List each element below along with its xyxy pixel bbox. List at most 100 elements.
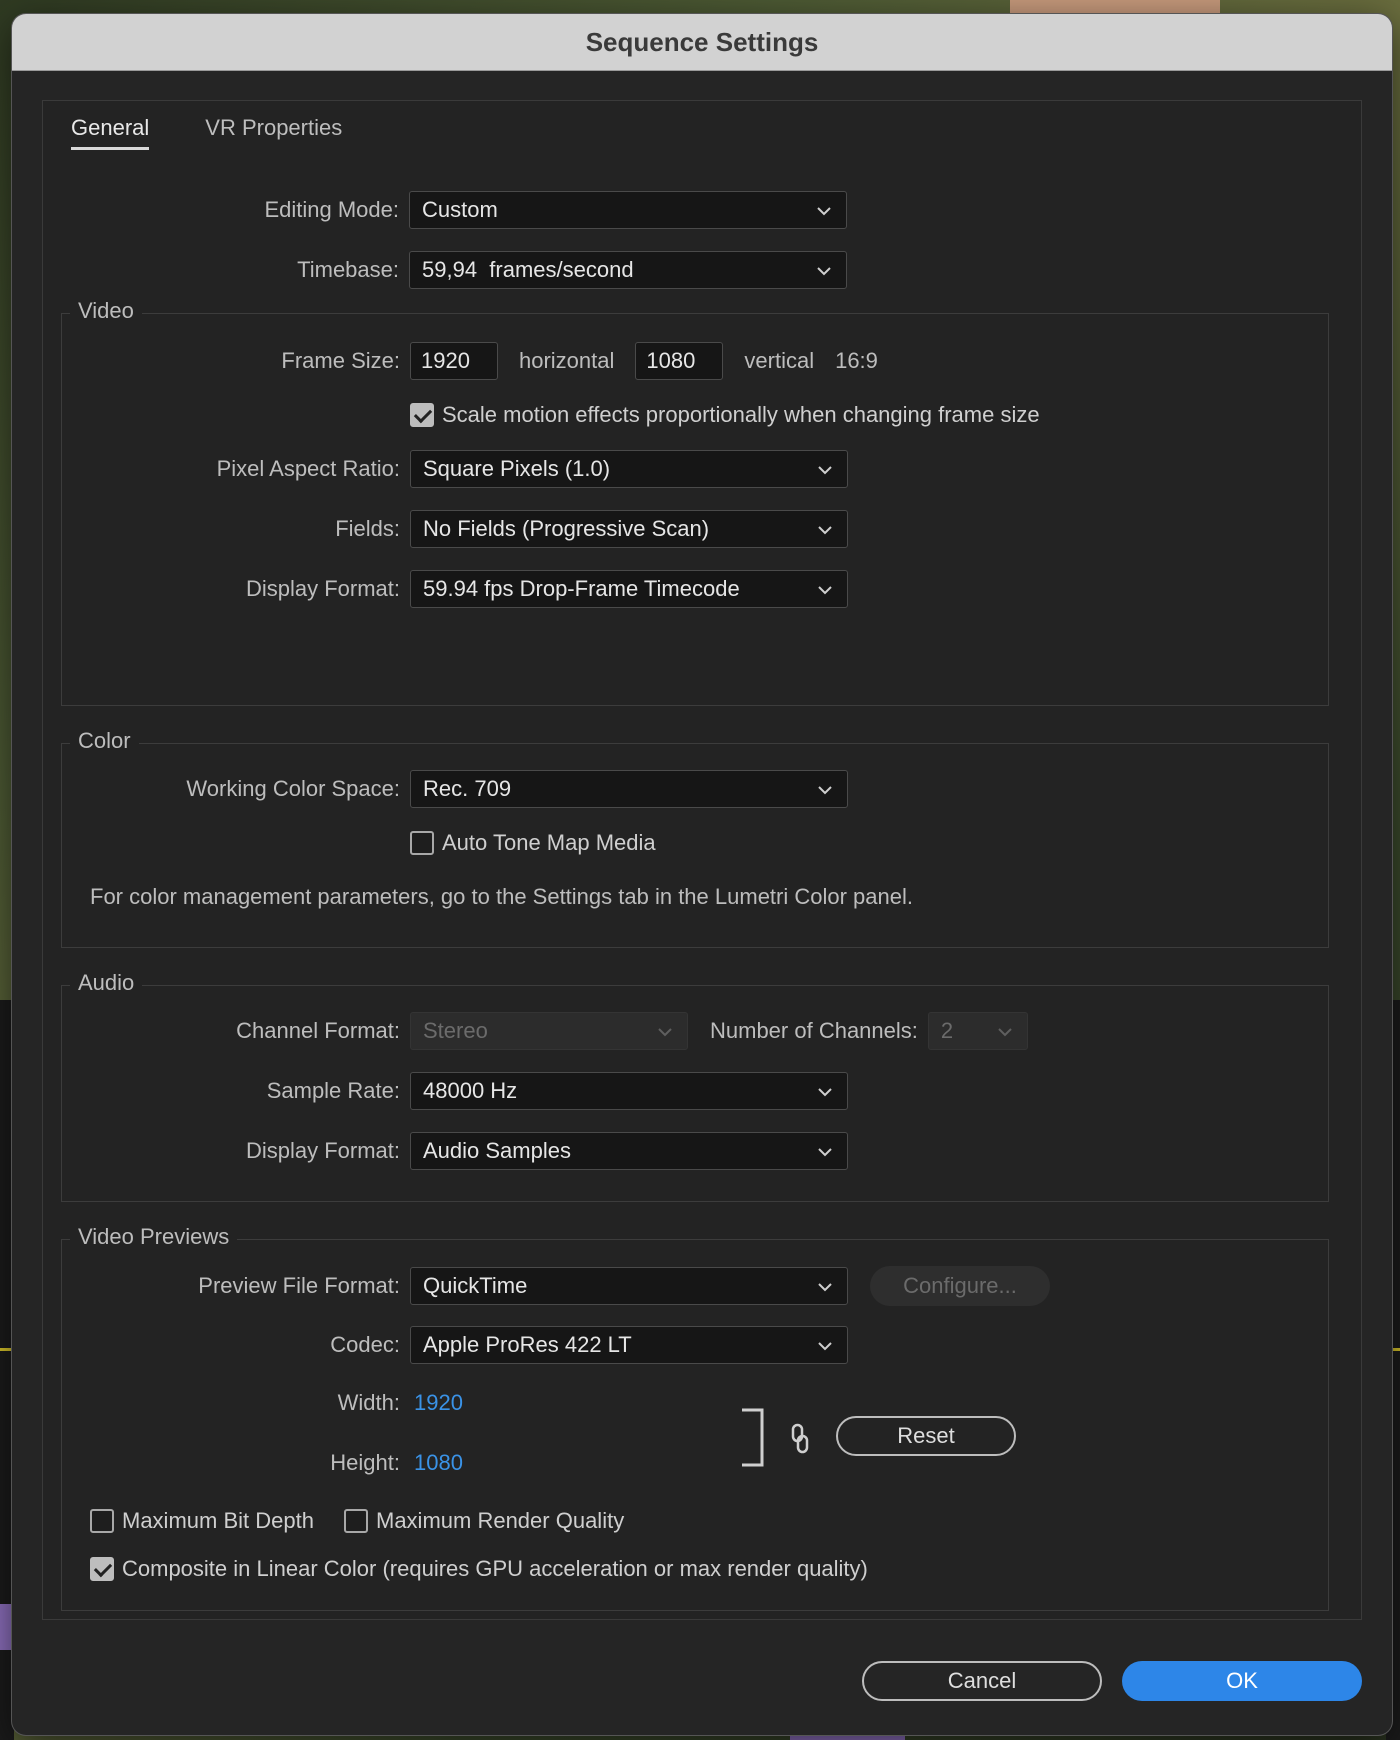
background-playhead-left <box>0 1348 12 1351</box>
vertical-label: vertical <box>744 348 815 373</box>
preview-width-value[interactable]: 1920 <box>414 1390 463 1416</box>
num-channels-value: 2 <box>940 1018 954 1043</box>
video-previews-section-title: Video Previews <box>70 1224 238 1250</box>
video-section: Video Frame Size: 1920 horizontal 1080 v… <box>61 298 1329 706</box>
chevron-down-icon <box>818 1342 832 1351</box>
editing-mode-row: Editing Mode: Custom <box>43 191 847 229</box>
reset-button[interactable]: Reset <box>836 1416 1016 1456</box>
timebase-dropdown[interactable]: 59,94 frames/second <box>409 251 847 289</box>
max-render-quality-label: Maximum Render Quality <box>376 1508 625 1533</box>
preview-file-format-value: QuickTime <box>423 1273 528 1298</box>
codec-dropdown[interactable]: Apple ProRes 422 LT <box>410 1326 848 1364</box>
chevron-down-icon <box>658 1028 672 1037</box>
chevron-down-icon <box>818 1283 832 1292</box>
fields-value: No Fields (Progressive Scan) <box>423 516 710 541</box>
editing-mode-label: Editing Mode: <box>264 197 399 222</box>
chevron-down-icon <box>818 466 832 475</box>
preview-width-row: Width: 1920 <box>44 1390 463 1416</box>
preview-file-format-dropdown[interactable]: QuickTime <box>410 1267 848 1305</box>
working-color-space-dropdown[interactable]: Rec. 709 <box>410 770 848 808</box>
ok-button[interactable]: OK <box>1122 1661 1362 1701</box>
preview-width-label: Width: <box>337 1390 400 1415</box>
tab-bar: General VR Properties <box>71 115 342 150</box>
color-management-note: For color management parameters, go to t… <box>90 884 913 909</box>
sample-rate-value: 48000 Hz <box>423 1078 518 1103</box>
color-section-title: Color <box>70 728 139 754</box>
channel-format-label: Channel Format: <box>236 1018 400 1043</box>
settings-panel: General VR Properties Editing Mode: Cust… <box>42 100 1362 1620</box>
max-bit-depth-checkbox[interactable] <box>90 1509 114 1533</box>
dialog-titlebar[interactable]: Sequence Settings <box>12 14 1392 71</box>
pixel-aspect-value: Square Pixels (1.0) <box>423 456 611 481</box>
linear-color-row[interactable]: Composite in Linear Color (requires GPU … <box>90 1556 868 1582</box>
audio-display-format-dropdown[interactable]: Audio Samples <box>410 1132 848 1170</box>
dialog-title: Sequence Settings <box>585 26 819 57</box>
auto-tone-row[interactable]: Auto Tone Map Media <box>410 830 656 856</box>
num-channels-label: Number of Channels: <box>710 1018 918 1043</box>
max-render-quality-checkbox[interactable] <box>344 1509 368 1533</box>
codec-row: Codec: Apple ProRes 422 LT <box>44 1326 848 1364</box>
scale-motion-label: Scale motion effects proportionally when… <box>442 402 1040 427</box>
pixel-aspect-dropdown[interactable]: Square Pixels (1.0) <box>410 450 848 488</box>
fields-row: Fields: No Fields (Progressive Scan) <box>44 510 848 548</box>
preview-file-format-row: Preview File Format: QuickTime Configure… <box>44 1266 1050 1306</box>
working-color-space-label: Working Color Space: <box>186 776 400 801</box>
preview-height-label: Height: <box>330 1450 400 1475</box>
linear-color-checkbox[interactable] <box>90 1557 114 1581</box>
audio-display-format-row: Display Format: Audio Samples <box>44 1132 848 1170</box>
link-icon[interactable] <box>788 1422 812 1456</box>
preview-file-format-label: Preview File Format: <box>198 1273 400 1298</box>
timebase-value: 59,94 frames/second <box>422 257 634 282</box>
video-display-format-row: Display Format: 59.94 fps Drop-Frame Tim… <box>44 570 848 608</box>
frame-size-row: Frame Size: 1920 horizontal 1080 vertica… <box>44 342 878 380</box>
chevron-down-icon <box>817 267 831 276</box>
scale-motion-row[interactable]: Scale motion effects proportionally when… <box>410 402 1040 428</box>
sample-rate-label: Sample Rate: <box>266 1078 400 1103</box>
chevron-down-icon <box>818 526 832 535</box>
chevron-down-icon <box>818 786 832 795</box>
cancel-button[interactable]: Cancel <box>862 1661 1102 1701</box>
timebase-label: Timebase: <box>297 257 399 282</box>
video-display-format-dropdown[interactable]: 59.94 fps Drop-Frame Timecode <box>410 570 848 608</box>
fields-label: Fields: <box>335 516 400 541</box>
sample-rate-row: Sample Rate: 48000 Hz <box>44 1072 848 1110</box>
tab-vr-properties[interactable]: VR Properties <box>205 115 342 150</box>
channel-format-dropdown: Stereo <box>410 1012 688 1050</box>
video-display-format-label: Display Format: <box>245 576 400 601</box>
frame-width-input[interactable]: 1920 <box>410 342 498 380</box>
chevron-down-icon <box>818 1088 832 1097</box>
sample-rate-dropdown[interactable]: 48000 Hz <box>410 1072 848 1110</box>
frame-height-input[interactable]: 1080 <box>635 342 724 380</box>
color-note-row: For color management parameters, go to t… <box>90 884 913 910</box>
video-previews-section: Video Previews Preview File Format: Quic… <box>61 1224 1329 1611</box>
fields-dropdown[interactable]: No Fields (Progressive Scan) <box>410 510 848 548</box>
working-color-space-row: Working Color Space: Rec. 709 <box>44 770 848 808</box>
linear-color-label: Composite in Linear Color (requires GPU … <box>122 1556 868 1581</box>
max-render-quality-row[interactable]: Maximum Render Quality <box>344 1508 624 1534</box>
editing-mode-value: Custom <box>422 197 498 222</box>
auto-tone-checkbox[interactable] <box>410 831 434 855</box>
chevron-down-icon <box>818 586 832 595</box>
preview-height-row: Height: 1080 <box>44 1450 463 1476</box>
num-channels-dropdown: 2 <box>927 1012 1028 1050</box>
color-section: Color Working Color Space: Rec. 709 Auto… <box>61 728 1329 948</box>
video-section-title: Video <box>70 298 142 324</box>
frame-size-label: Frame Size: <box>281 348 400 373</box>
editing-mode-dropdown[interactable]: Custom <box>409 191 847 229</box>
audio-section-title: Audio <box>70 970 143 996</box>
configure-button: Configure... <box>870 1266 1050 1306</box>
audio-display-format-value: Audio Samples <box>423 1138 571 1163</box>
pixel-aspect-label: Pixel Aspect Ratio: <box>216 456 400 481</box>
scale-motion-checkbox[interactable] <box>410 403 434 427</box>
pixel-aspect-row: Pixel Aspect Ratio: Square Pixels (1.0) <box>44 450 848 488</box>
preview-height-value[interactable]: 1080 <box>414 1450 463 1476</box>
background-clip-left <box>0 1604 12 1650</box>
codec-value: Apple ProRes 422 LT <box>423 1332 632 1357</box>
channel-format-value: Stereo <box>423 1018 488 1043</box>
working-color-space-value: Rec. 709 <box>423 776 512 801</box>
tab-general[interactable]: General <box>71 115 150 150</box>
max-bit-depth-row[interactable]: Maximum Bit Depth <box>90 1508 314 1534</box>
codec-label: Codec: <box>330 1332 400 1357</box>
auto-tone-label: Auto Tone Map Media <box>442 830 656 855</box>
horizontal-label: horizontal <box>519 348 615 373</box>
